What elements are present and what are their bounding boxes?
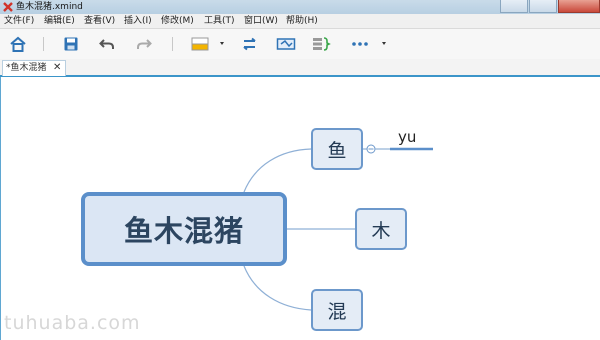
main-topic[interactable]: 木: [355, 208, 407, 250]
main-topic[interactable]: 鱼: [311, 128, 363, 170]
central-topic[interactable]: 鱼木混猪: [81, 192, 287, 266]
watermark: tuhuaba.com: [4, 312, 141, 334]
subtopic[interactable]: yu: [398, 128, 416, 146]
connector-lines: [243, 144, 433, 311]
main-topic[interactable]: 混: [311, 289, 363, 331]
